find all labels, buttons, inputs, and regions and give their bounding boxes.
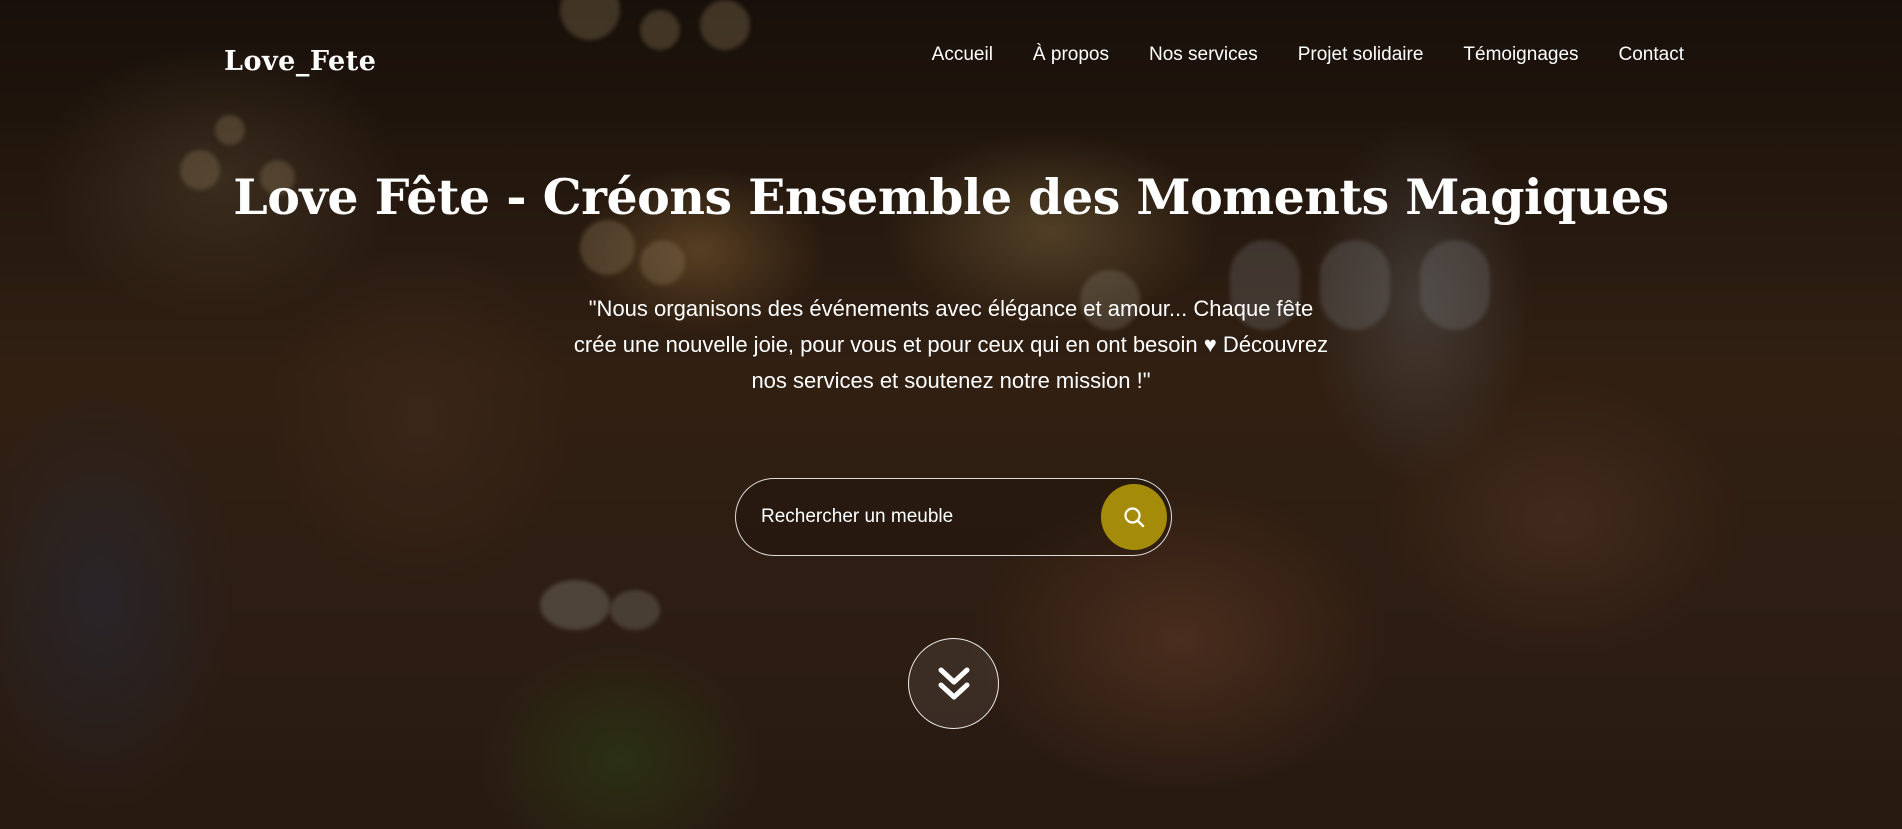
hero-section: Love_Fete Accueil À propos Nos services … <box>0 0 1902 829</box>
nav-link-temoignages[interactable]: Témoignages <box>1463 44 1578 66</box>
scroll-down-button[interactable] <box>908 638 999 729</box>
navbar: Love_Fete Accueil À propos Nos services … <box>0 0 1902 120</box>
nav-link-accueil[interactable]: Accueil <box>932 44 993 66</box>
hero-title: Love Fête - Créons Ensemble des Moments … <box>233 168 1669 226</box>
nav-link-a-propos[interactable]: À propos <box>1033 44 1109 66</box>
main-navigation: Accueil À propos Nos services Projet sol… <box>932 44 1684 66</box>
search-icon <box>1124 507 1145 528</box>
nav-link-projet-solidaire[interactable]: Projet solidaire <box>1298 44 1424 66</box>
site-logo[interactable]: Love_Fete <box>224 46 376 77</box>
search-bar <box>735 478 1172 556</box>
hero-quote: "Nous organisons des événements avec élé… <box>573 296 1329 393</box>
nav-link-nos-services[interactable]: Nos services <box>1149 44 1258 66</box>
nav-link-contact[interactable]: Contact <box>1619 44 1684 66</box>
double-chevron-down-icon <box>938 667 969 699</box>
search-input[interactable] <box>761 479 1091 554</box>
search-button[interactable] <box>1101 484 1167 550</box>
